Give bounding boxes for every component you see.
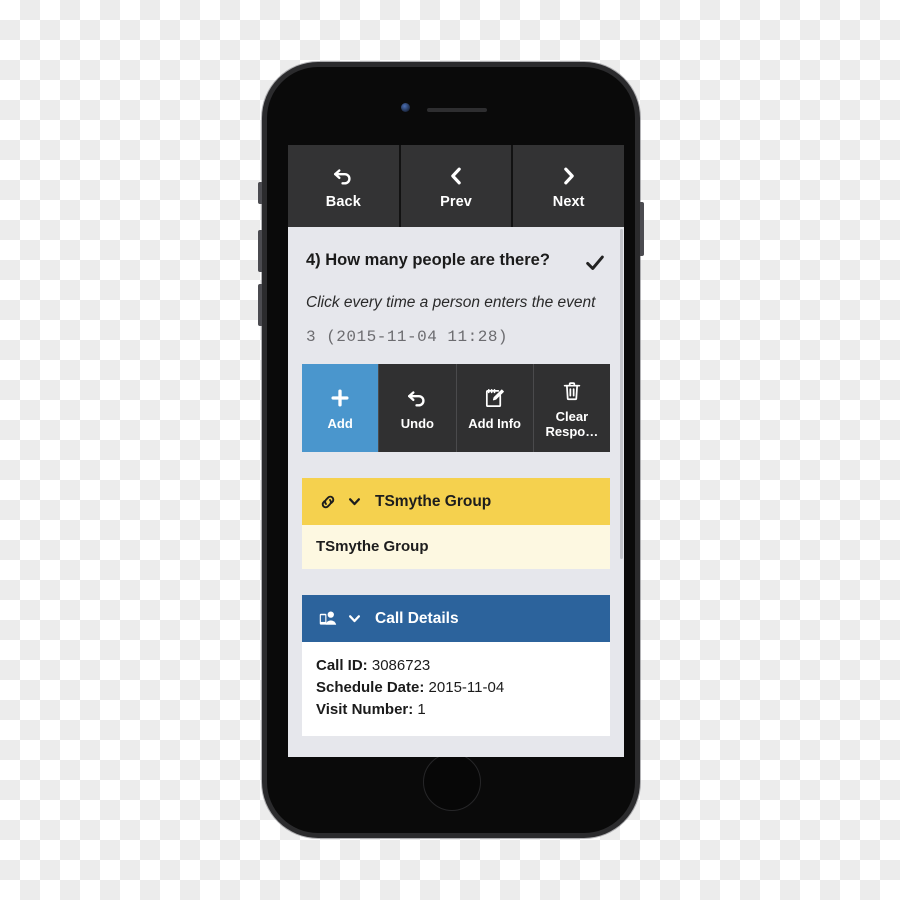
schedule-date-row: Schedule Date: 2015-11-04: [316, 677, 596, 699]
trash-icon: [561, 377, 583, 405]
call-id-row: Call ID: 3086723: [316, 655, 596, 677]
call-details-panel-body: Call ID: 3086723 Schedule Date: 2015-11-…: [302, 642, 610, 736]
group-panel-body: TSmythe Group: [302, 525, 610, 569]
schedule-date-value: 2015-11-04: [428, 679, 505, 697]
undo-arrow-icon: [332, 163, 354, 189]
volume-up-button[interactable]: [258, 230, 262, 272]
question-answer-value: 3 (2015-11-04 11:28): [306, 328, 509, 346]
form-content-area: 4) How many people are there? Click ever…: [288, 227, 624, 757]
front-camera-icon: [401, 103, 410, 112]
visit-number-row: Visit Number: 1: [316, 699, 596, 721]
content-scrollbar-thumb[interactable]: [620, 229, 623, 559]
undo-arrow-icon: [406, 384, 428, 412]
next-button-label: Next: [552, 193, 585, 210]
undo-button-label: Undo: [400, 416, 434, 432]
phone-screen: Back Prev Next 4) How many people are th…: [288, 145, 624, 757]
undo-button[interactable]: Undo: [379, 364, 457, 452]
call-details-panel: Call Details Call ID: 3086723 Schedule D…: [302, 595, 610, 736]
phone-person-icon: [316, 608, 340, 629]
plus-icon: [329, 384, 351, 412]
visit-number-key: Visit Number:: [316, 701, 414, 719]
back-button-label: Back: [325, 193, 361, 210]
add-info-button[interactable]: Add Info: [456, 364, 534, 452]
silent-switch[interactable]: [258, 182, 262, 204]
question-title: 4) How many people are there?: [306, 251, 550, 269]
visit-number-value: 1: [417, 701, 426, 719]
checkmark-icon: [584, 252, 606, 279]
top-navigation-toolbar: Back Prev Next: [288, 145, 624, 227]
next-button[interactable]: Next: [513, 145, 624, 227]
call-id-key: Call ID:: [316, 657, 368, 674]
back-button[interactable]: Back: [288, 145, 399, 227]
content-scrollbar[interactable]: [619, 227, 624, 757]
volume-down-button[interactable]: [258, 284, 262, 326]
question-title-row: 4) How many people are there?: [306, 251, 606, 279]
note-pencil-icon: [483, 384, 506, 412]
add-button-label: Add: [327, 416, 353, 432]
group-panel: TSmythe Group TSmythe Group: [302, 478, 610, 569]
chevron-right-icon: [558, 163, 580, 189]
group-panel-title: TSmythe Group: [375, 492, 492, 510]
chevron-down-icon[interactable]: [347, 494, 362, 509]
stage: Back Prev Next 4) How many people are th…: [0, 0, 900, 900]
phone-bezel: Back Prev Next 4) How many people are th…: [267, 67, 635, 833]
group-name-value: TSmythe Group: [316, 538, 429, 555]
add-info-button-label: Add Info: [468, 416, 521, 432]
power-button[interactable]: [640, 202, 644, 256]
phone-device-frame: Back Prev Next 4) How many people are th…: [258, 62, 644, 838]
prev-button-label: Prev: [440, 193, 472, 210]
question-instruction: Click every time a person enters the eve…: [306, 294, 596, 311]
prev-button[interactable]: Prev: [400, 145, 512, 227]
chevron-left-icon: [445, 163, 467, 189]
earpiece-speaker-icon: [427, 108, 487, 112]
question-action-bar: Add Undo Add Info Clear Respo…: [302, 364, 610, 452]
clear-response-button-label: Clear Respo…: [545, 408, 599, 439]
group-panel-header[interactable]: TSmythe Group: [302, 478, 610, 525]
clear-response-button[interactable]: Clear Respo…: [533, 364, 610, 452]
call-details-panel-title: Call Details: [375, 609, 459, 627]
question-block: 4) How many people are there? Click ever…: [288, 227, 624, 346]
schedule-date-key: Schedule Date:: [316, 679, 425, 697]
home-button[interactable]: [423, 753, 481, 811]
call-id-value: 3086723: [371, 657, 431, 674]
call-details-panel-header[interactable]: Call Details: [302, 595, 610, 642]
add-button[interactable]: Add: [302, 364, 380, 452]
chevron-down-icon[interactable]: [347, 611, 362, 626]
chain-link-icon: [316, 492, 340, 512]
